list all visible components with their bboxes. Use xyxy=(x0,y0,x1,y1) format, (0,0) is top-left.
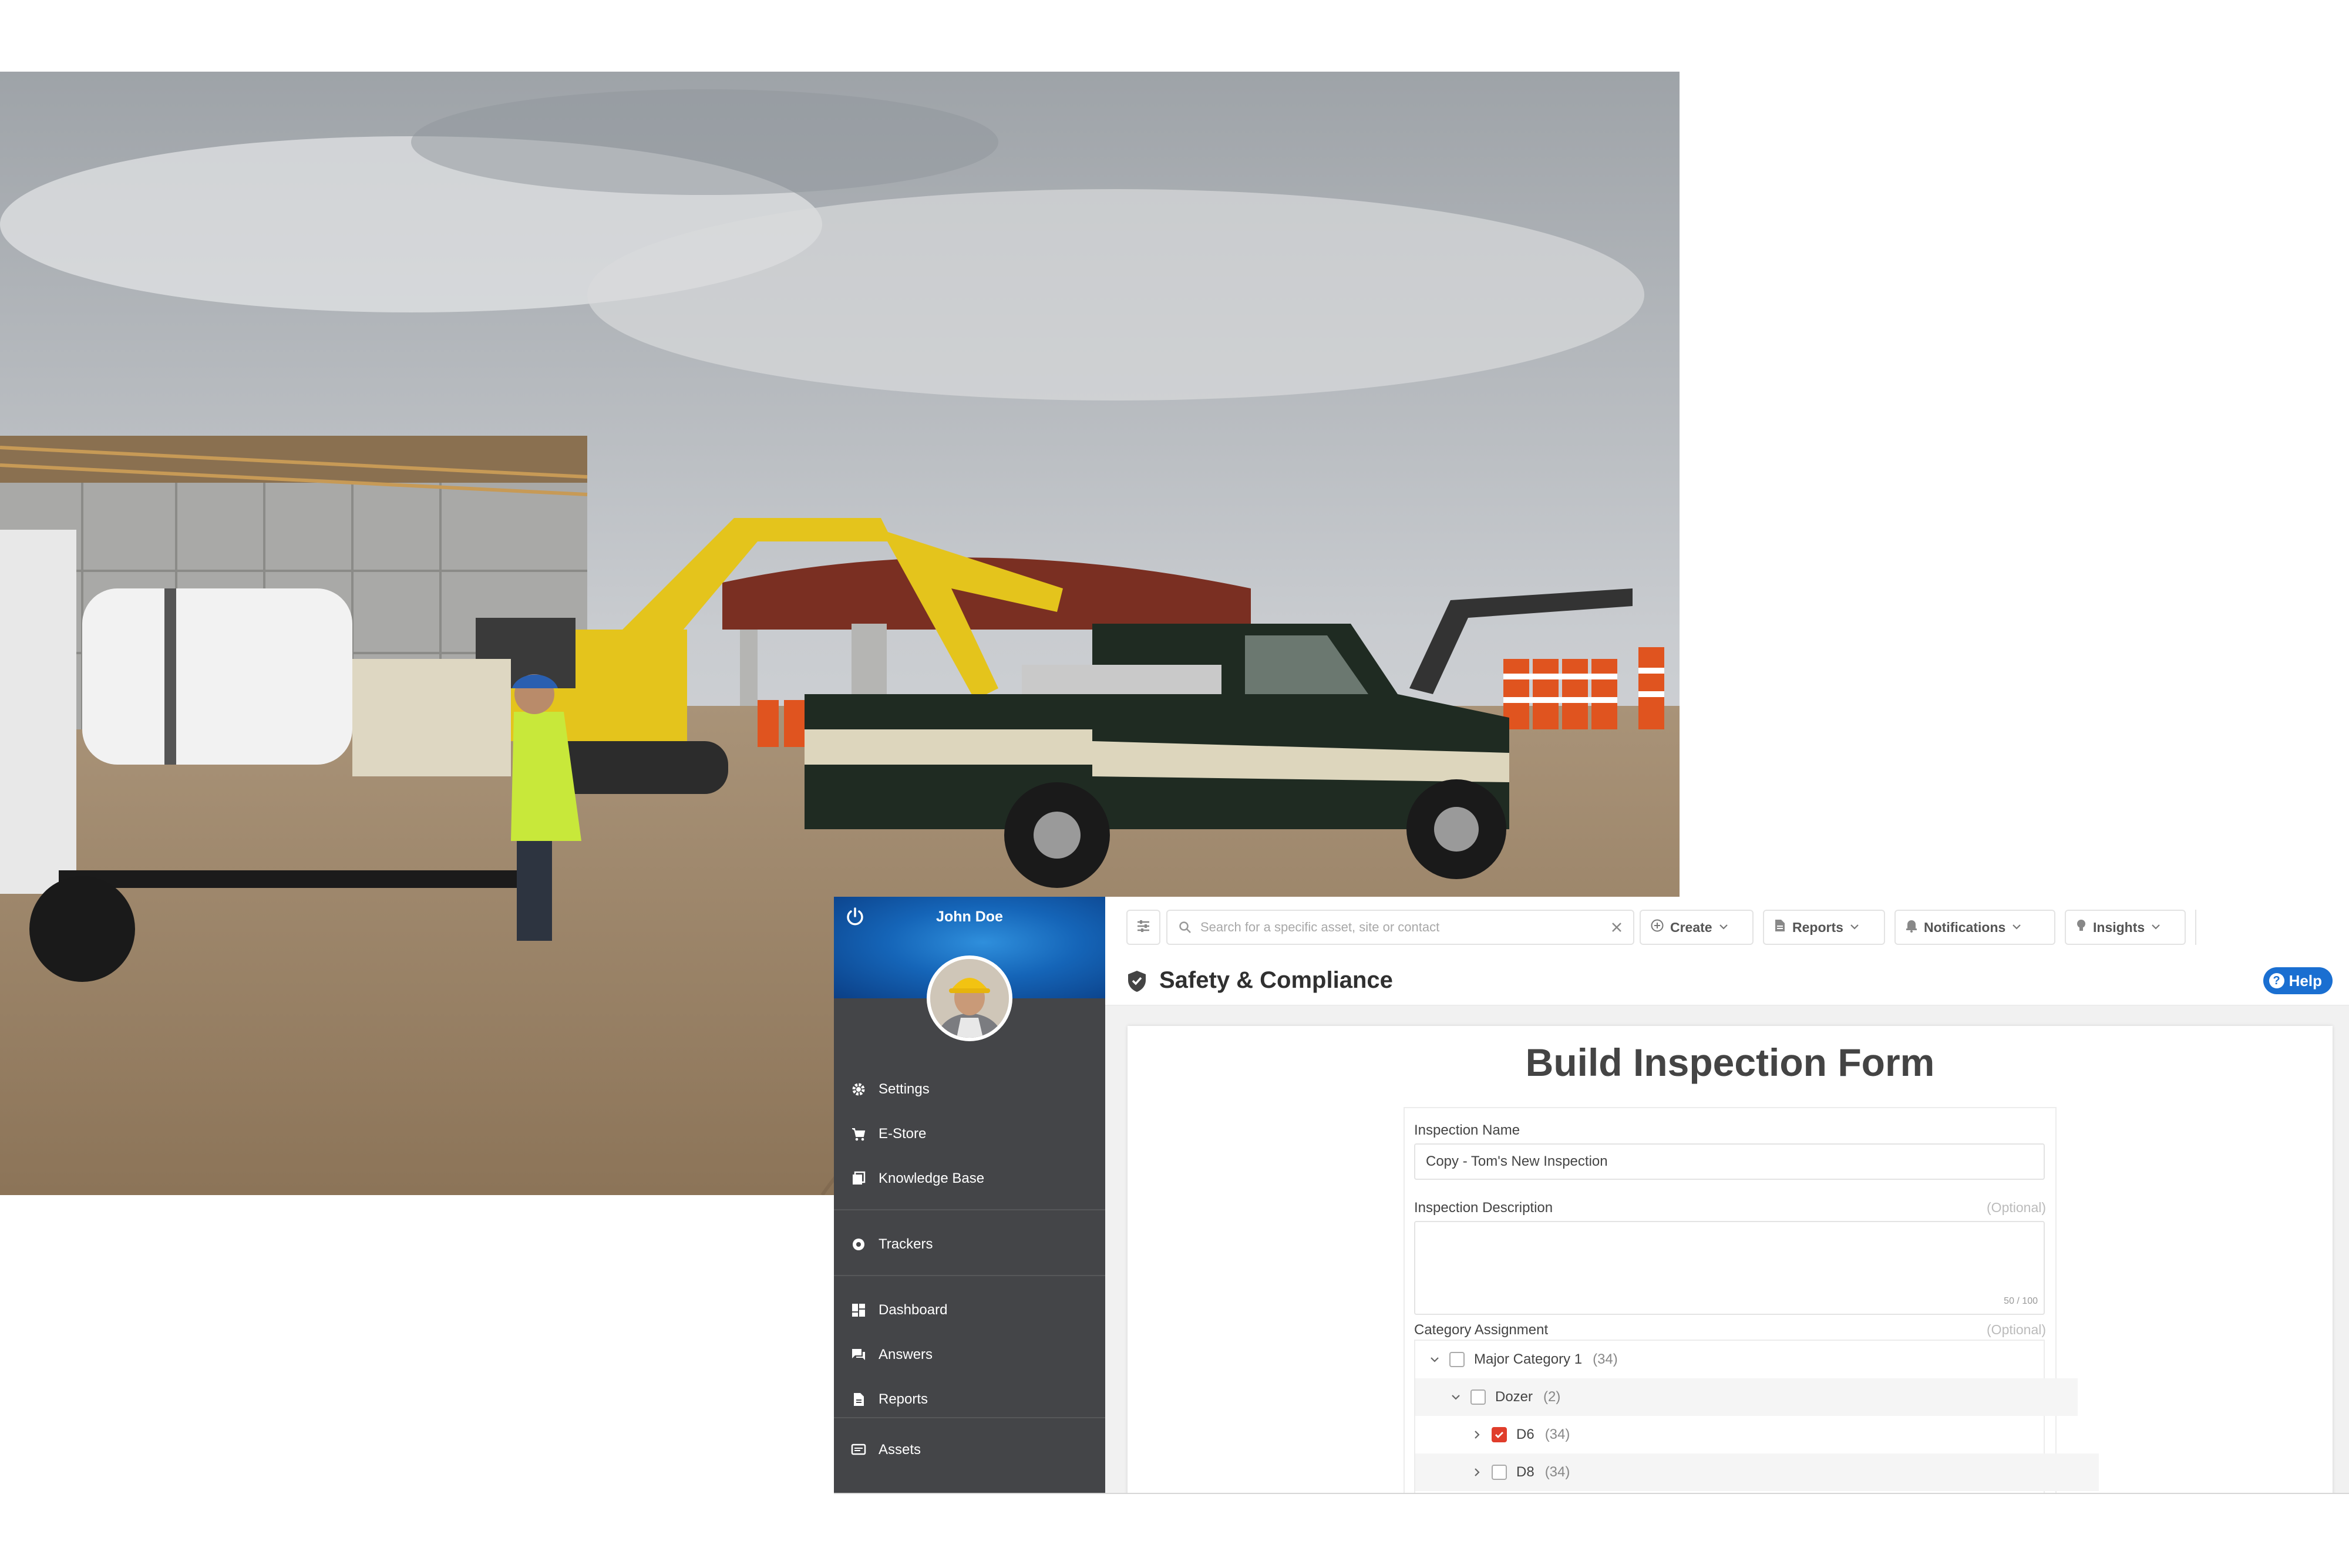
chevron-down-icon xyxy=(2011,920,2022,936)
sidebar-item-label: Dashboard xyxy=(879,1302,948,1318)
sidebar-item-e-store[interactable]: E-Store xyxy=(834,1118,1105,1150)
chevron-down-icon[interactable] xyxy=(1428,1353,1441,1366)
sidebar-item-label: Trackers xyxy=(879,1236,933,1252)
inspection-name-input[interactable] xyxy=(1414,1143,2045,1180)
notifications-label: Notifications xyxy=(1924,919,2006,935)
sidebar-item-reports[interactable]: Reports xyxy=(834,1383,1105,1416)
question-icon: ? xyxy=(2269,973,2284,988)
chat-icon xyxy=(850,1347,867,1363)
category-count: (34) xyxy=(1544,1426,1570,1442)
sidebar-item-label: E-Store xyxy=(879,1126,927,1142)
tree-row[interactable]: Dozer (2) xyxy=(1415,1378,2078,1416)
shield-icon xyxy=(1126,970,1147,993)
checkbox[interactable] xyxy=(1492,1465,1507,1480)
help-label: Help xyxy=(2289,971,2322,990)
sidebar: John Doe Settings E-Store Knowledge Base… xyxy=(834,897,1105,1493)
sidebar-divider xyxy=(834,1275,1105,1276)
app-window: John Doe Settings E-Store Knowledge Base… xyxy=(834,897,2349,1494)
search-input[interactable] xyxy=(1199,919,1605,936)
sidebar-item-label: Reports xyxy=(879,1391,928,1407)
sidebar-divider xyxy=(834,1209,1105,1210)
help-button[interactable]: ? Help xyxy=(2263,967,2333,994)
plus-circle-icon xyxy=(1650,918,1664,936)
document-icon xyxy=(850,1391,867,1408)
category-count: (2) xyxy=(1543,1389,1561,1405)
checkbox[interactable] xyxy=(1470,1389,1486,1405)
gear-icon xyxy=(850,1081,867,1098)
sidebar-item-answers[interactable]: Answers xyxy=(834,1338,1105,1371)
sidebar-item-label: Assets xyxy=(879,1442,921,1458)
chevron-down-icon xyxy=(1718,920,1729,936)
category-count: (34) xyxy=(1593,1351,1618,1367)
book-icon xyxy=(850,1170,867,1187)
lightbulb-icon xyxy=(2075,918,2087,936)
reports-label: Reports xyxy=(1792,919,1843,935)
user-name: John Doe xyxy=(936,909,1003,925)
cart-icon xyxy=(850,1126,867,1142)
document-icon xyxy=(1773,918,1786,936)
category-assignment-label: Category Assignment xyxy=(1414,1322,1549,1338)
dashboard-icon xyxy=(850,1302,867,1318)
chevron-right-icon[interactable] xyxy=(1470,1428,1483,1441)
category-tree: Major Category 1 (34) Dozer (2) D6 (34) xyxy=(1414,1340,2099,1493)
chevron-down-icon xyxy=(1849,920,1860,936)
category-label: D8 xyxy=(1516,1464,1534,1480)
sidebar-item-settings[interactable]: Settings xyxy=(834,1073,1105,1106)
form-card: Build Inspection Form Inspection Name In… xyxy=(1128,1026,2333,1493)
sidebar-profile-header: John Doe xyxy=(834,897,1105,1041)
sidebar-divider xyxy=(834,1417,1105,1418)
create-button[interactable]: Create xyxy=(1640,910,1754,945)
sidebar-item-label: Answers xyxy=(879,1347,933,1362)
reports-button[interactable]: Reports xyxy=(1763,910,1885,945)
tracker-icon xyxy=(850,1236,867,1253)
top-toolbar: Create Reports Notifications Insights xyxy=(1105,897,2349,958)
inspection-name-label: Inspection Name xyxy=(1414,1122,1520,1138)
insights-label: Insights xyxy=(2093,919,2145,935)
inspection-description-label: Inspection Description xyxy=(1414,1200,1553,1216)
bell-icon xyxy=(1905,918,1918,936)
insights-button[interactable]: Insights xyxy=(2065,910,2186,945)
sidebar-item-label: Knowledge Base xyxy=(879,1170,985,1186)
search-box xyxy=(1166,910,1634,945)
category-label: Major Category 1 xyxy=(1474,1351,1583,1367)
chevron-right-icon[interactable] xyxy=(1470,1466,1483,1479)
avatar[interactable] xyxy=(927,955,1012,1041)
form-title: Build Inspection Form xyxy=(1525,1041,1935,1084)
page-header: Safety & Compliance ? Help xyxy=(1105,958,2349,1005)
sidebar-item-label: Settings xyxy=(879,1081,930,1097)
search-icon xyxy=(1178,920,1192,934)
checkbox-checked[interactable] xyxy=(1492,1427,1507,1442)
toolbar-divider xyxy=(2195,910,2196,945)
chevron-down-icon[interactable] xyxy=(1449,1391,1462,1404)
optional-hint: (Optional) xyxy=(1987,1322,2046,1337)
category-count: (34) xyxy=(1544,1464,1570,1480)
inspection-form: Inspection Name Inspection Description (… xyxy=(1404,1107,2099,1493)
category-label: D6 xyxy=(1516,1426,1534,1442)
notifications-button[interactable]: Notifications xyxy=(1894,910,2055,945)
chevron-down-icon xyxy=(2151,920,2161,936)
sidebar-item-trackers[interactable]: Trackers xyxy=(834,1228,1105,1261)
category-label: Dozer xyxy=(1495,1389,1533,1405)
inspection-description-input[interactable] xyxy=(1414,1221,2045,1315)
checkbox[interactable] xyxy=(1449,1352,1465,1367)
tree-row[interactable]: D8 (34) xyxy=(1415,1453,2099,1491)
close-icon[interactable] xyxy=(1605,916,1628,939)
create-label: Create xyxy=(1670,919,1712,935)
sidebar-item-knowledge-base[interactable]: Knowledge Base xyxy=(834,1162,1105,1195)
character-count: 50 / 100 xyxy=(2004,1296,2038,1306)
sidebar-item-dashboard[interactable]: Dashboard xyxy=(834,1294,1105,1327)
tree-row[interactable]: Major Category 1 (34) xyxy=(1415,1341,2057,1378)
optional-hint: (Optional) xyxy=(1987,1200,2046,1215)
page-title: Safety & Compliance xyxy=(1159,967,1393,993)
filter-button[interactable] xyxy=(1126,910,1160,945)
sidebar-item-assets[interactable]: Assets xyxy=(834,1434,1105,1466)
tree-row[interactable]: D6 (34) xyxy=(1415,1416,2099,1453)
filter-icon xyxy=(1136,918,1151,937)
asset-icon xyxy=(850,1442,867,1458)
